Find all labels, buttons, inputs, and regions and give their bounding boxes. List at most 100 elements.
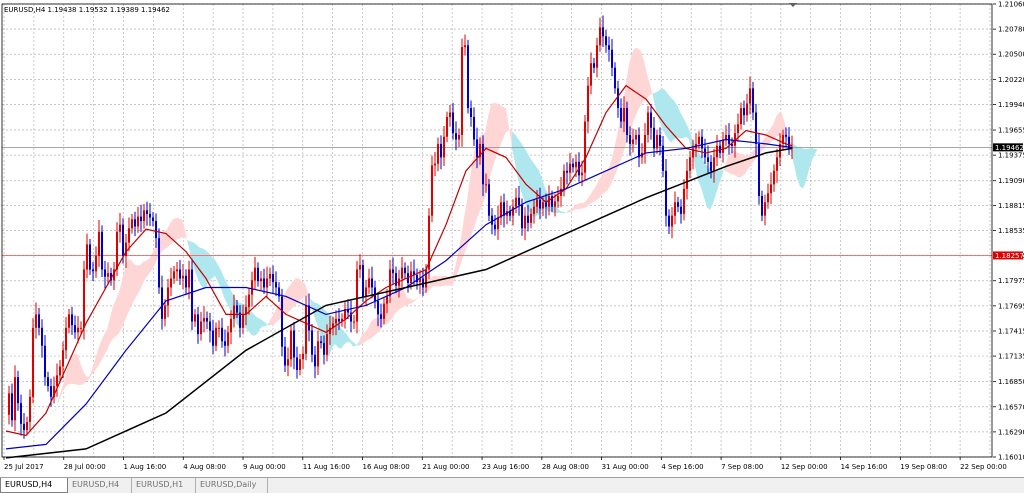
candle-body xyxy=(575,161,577,168)
price-tick-label: 1.19940 xyxy=(998,101,1024,109)
price-tick-label: 1.17415 xyxy=(998,327,1024,335)
cloud-segment xyxy=(200,247,203,289)
candle-body xyxy=(533,206,535,214)
candle-body xyxy=(44,345,46,378)
cloud-segment xyxy=(671,97,674,143)
candle-body xyxy=(482,143,484,185)
candle-body xyxy=(38,314,40,328)
candle-body xyxy=(23,423,25,431)
candle-body xyxy=(740,108,742,125)
cloud-segment xyxy=(473,142,476,231)
cloud-segment xyxy=(290,281,293,311)
price-tick-label: 1.20220 xyxy=(998,76,1024,84)
candle-body xyxy=(230,318,232,333)
candle-body xyxy=(629,134,631,144)
time-tick-label: 4 Sep 16:00 xyxy=(661,463,703,471)
candle-body xyxy=(101,231,103,270)
candle-body xyxy=(614,67,616,89)
candle-body xyxy=(143,210,145,222)
candle-body xyxy=(635,134,637,140)
price-tick-label: 1.19090 xyxy=(998,177,1024,185)
tab-eurusd-h4-active[interactable]: EURUSD,H4 xyxy=(0,478,68,493)
candle-body xyxy=(287,359,289,366)
candle-body xyxy=(746,103,748,116)
candle-body xyxy=(98,231,100,257)
candle-body xyxy=(272,274,274,283)
cloud-segment xyxy=(743,154,746,177)
cloud-segment xyxy=(800,147,803,189)
candle-body xyxy=(377,300,379,315)
tab-eurusd-h4[interactable]: EURUSD,H4 xyxy=(68,478,132,493)
candle-body xyxy=(173,271,175,279)
candle-body xyxy=(254,267,256,281)
candle-body xyxy=(128,228,130,243)
cloud-segment xyxy=(488,104,491,186)
candle-body xyxy=(467,45,469,109)
candle-body xyxy=(26,422,28,431)
candle-body xyxy=(404,267,406,274)
price-tick-label: 1.18535 xyxy=(998,227,1024,235)
candle-body xyxy=(17,377,19,404)
chart-area[interactable]: 1.21060 1.20780 1.20500 1.20220 1.19940 1.196… xyxy=(0,0,1024,477)
candle-body xyxy=(116,231,118,270)
candle-body xyxy=(392,269,394,274)
candle-body xyxy=(296,357,298,370)
candle-body xyxy=(302,353,304,360)
candle-body xyxy=(167,287,169,306)
cloud-segment xyxy=(173,217,176,242)
tab-eurusd-h1[interactable]: EURUSD,H1 xyxy=(132,478,196,493)
cloud-segment xyxy=(302,281,305,299)
candle-body xyxy=(647,112,649,135)
candle-body xyxy=(155,221,157,239)
cloud-segment xyxy=(605,169,608,193)
candle-body xyxy=(611,49,613,68)
candle-body xyxy=(68,314,70,328)
candle-body xyxy=(527,215,529,223)
candle-body xyxy=(227,332,229,346)
candle-body xyxy=(524,215,526,229)
candle-body xyxy=(596,45,598,68)
candle-body xyxy=(179,269,181,279)
candle-body xyxy=(620,108,622,122)
candle-body xyxy=(713,157,715,171)
price-chart[interactable]: 1.21060 1.20780 1.20500 1.20220 1.19940 1.196… xyxy=(0,0,1024,477)
candle-body xyxy=(263,278,265,288)
candle-body xyxy=(581,172,583,176)
time-tick-label: 4 Aug 08:00 xyxy=(183,463,226,471)
cloud-segment xyxy=(131,259,134,307)
candle-body xyxy=(725,134,727,140)
time-tick-label: 21 Aug 00:00 xyxy=(422,463,469,471)
cloud-segment xyxy=(71,353,74,385)
candle-body xyxy=(311,330,313,355)
candle-body xyxy=(521,204,523,229)
candle-body xyxy=(437,143,439,164)
candle-body xyxy=(365,287,367,297)
candle-body xyxy=(512,206,514,216)
candle-body xyxy=(776,157,778,171)
candle-body xyxy=(683,188,685,214)
time-tick-label: 31 Aug 00:00 xyxy=(602,463,649,471)
candle-body xyxy=(50,386,52,397)
candle-body xyxy=(200,321,202,335)
tab-eurusd-daily[interactable]: EURUSD,Daily xyxy=(196,478,268,493)
candle-body xyxy=(605,36,607,46)
candle-body xyxy=(119,224,121,232)
candle-body xyxy=(368,278,370,288)
candle-body xyxy=(440,143,442,158)
cloud-segment xyxy=(146,258,149,278)
cloud-segment xyxy=(212,256,215,279)
candle-body xyxy=(458,134,460,140)
candle-body xyxy=(197,314,199,335)
cloud-segment xyxy=(662,88,665,135)
candle-body xyxy=(701,136,703,149)
candle-body xyxy=(557,195,559,202)
candle-body xyxy=(653,127,655,149)
candle-body xyxy=(161,287,163,319)
candle-body xyxy=(20,403,22,424)
candle-body xyxy=(338,318,340,322)
candle-body xyxy=(140,216,142,222)
price-tick-label: 1.20500 xyxy=(998,51,1024,59)
candle-body xyxy=(188,269,190,288)
candle-body xyxy=(269,274,271,279)
cloud-segment xyxy=(674,100,677,140)
